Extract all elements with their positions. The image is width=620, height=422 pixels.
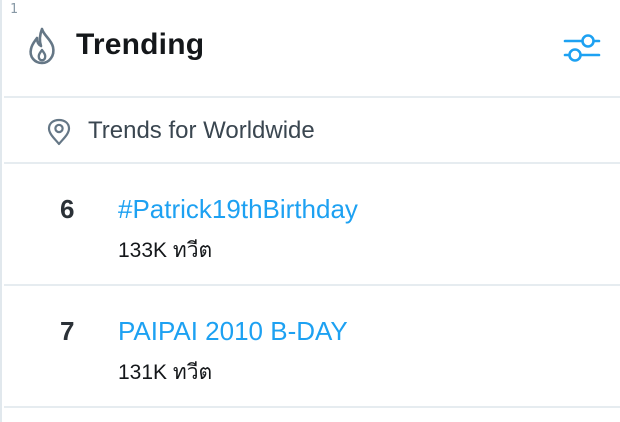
trend-tweet-count: 133K ทวีต xyxy=(118,239,213,262)
flame-icon xyxy=(29,27,55,65)
trend-rank: 7 xyxy=(60,316,75,346)
location-pin-icon xyxy=(47,118,71,146)
location-row: Trends for Worldwide xyxy=(4,98,620,164)
location-label: Trends for Worldwide xyxy=(88,117,315,144)
trend-tweet-count: 131K ทวีต xyxy=(118,361,213,384)
gutter-border xyxy=(0,0,2,422)
page-title: Trending xyxy=(76,28,205,61)
trend-item[interactable]: 6 #Patrick19thBirthday 133K ทวีต xyxy=(4,164,620,286)
trends-panel: Trending Trends for Worldwide 6 #Patrick… xyxy=(4,0,620,422)
trend-rank: 6 xyxy=(60,194,75,224)
sliders-icon[interactable] xyxy=(562,30,602,66)
trend-name-link[interactable]: #Patrick19thBirthday xyxy=(118,194,358,225)
trend-name-link[interactable]: PAIPAI 2010 B-DAY xyxy=(118,316,348,347)
trends-header: Trending xyxy=(4,0,620,98)
trend-item[interactable]: 7 PAIPAI 2010 B-DAY 131K ทวีต xyxy=(4,286,620,408)
